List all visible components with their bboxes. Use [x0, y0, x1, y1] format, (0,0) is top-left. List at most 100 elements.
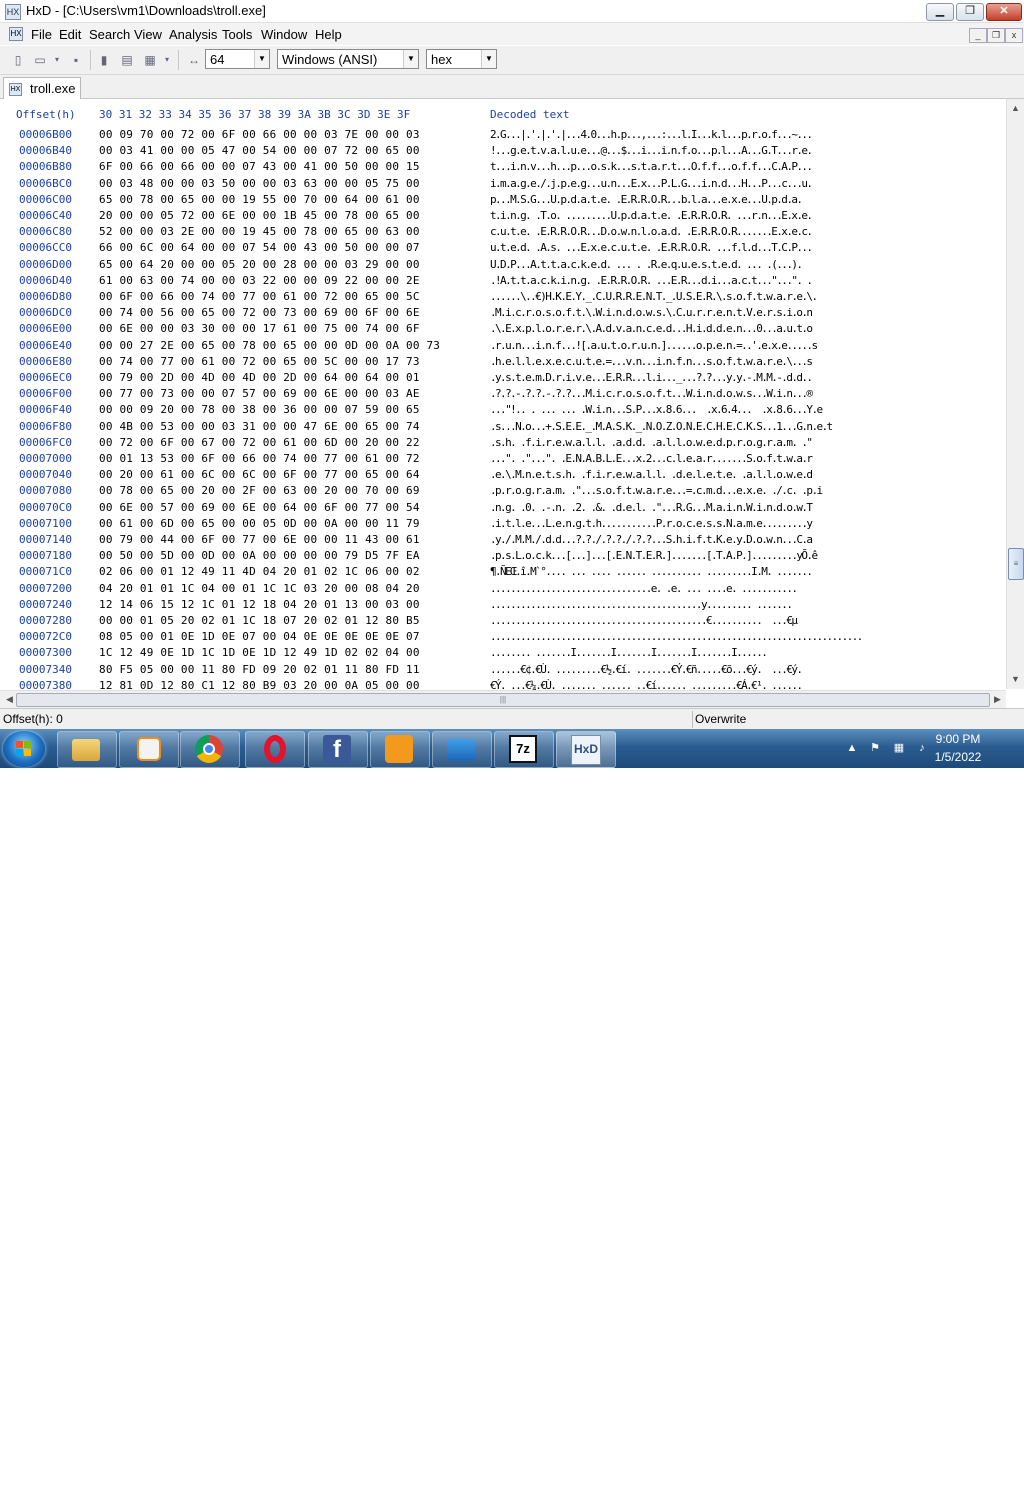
row-decoded-text[interactable]: !...g.e.t.v.a.l.u.e...@...$...i...i.n.f.… [490, 144, 1002, 157]
row-hex-bytes[interactable]: 6F 00 66 00 66 00 00 07 43 00 41 00 50 0… [99, 160, 477, 173]
row-decoded-text[interactable]: .!A.t.t.a.c.k.i.n.g. .E.R.R.O.R. ...E.R.… [490, 274, 1002, 287]
row-hex-bytes[interactable]: 52 00 00 03 2E 00 00 19 45 00 78 00 65 0… [99, 225, 477, 238]
volume-icon[interactable]: ♪ [915, 741, 929, 755]
hex-row[interactable]: 00006D40 61 00 63 00 74 00 00 03 22 00 00… [0, 274, 1006, 290]
hex-row[interactable]: 00006CC0 66 00 6C 00 64 00 00 07 54 00 43… [0, 241, 1006, 257]
hex-row[interactable]: 00007040 00 20 00 61 00 6C 00 6C 00 6F 00… [0, 468, 1006, 484]
hex-row[interactable]: 00007080 00 78 00 65 00 20 00 2F 00 63 00… [0, 484, 1006, 500]
row-decoded-text[interactable]: .e.\.M.n.e.t.s.h. .f.i.r.e.w.a.l.l. .d.e… [490, 468, 1002, 481]
save-icon[interactable]: ▪ [68, 52, 84, 68]
row-hex-bytes[interactable]: 00 79 00 2D 00 4D 00 4D 00 2D 00 64 00 6… [99, 371, 477, 384]
hxd-app-icon[interactable]: HX [5, 4, 21, 20]
export-dropdown-icon[interactable]: ▾ [162, 52, 172, 68]
row-hex-bytes[interactable]: 00 50 00 5D 00 0D 00 0A 00 00 00 00 79 D… [99, 549, 477, 562]
row-decoded-text[interactable]: ........................................… [490, 630, 1002, 643]
hex-row[interactable]: 00006DC0 00 74 00 56 00 65 00 72 00 73 00… [0, 306, 1006, 322]
row-decoded-text[interactable]: u.t.e.d. .A.s. ...E.x.e.c.u.t.e. .E.R.R.… [490, 241, 1002, 254]
horizontal-scrollbar[interactable]: ◀ ||| ▶ [0, 690, 1006, 708]
row-hex-bytes[interactable]: 04 20 01 01 1C 04 00 01 1C 1C 03 20 00 0… [99, 582, 477, 595]
row-decoded-text[interactable]: ¶.ÑEŒ.î.M`°.... ... .... ...... ........… [490, 565, 1002, 578]
taskbar-opera[interactable] [245, 731, 305, 768]
row-decoded-text[interactable]: U.D.P...A.t.t.a.c.k.e.d. ... . .R.e.q.u.… [490, 258, 1002, 271]
menu-analysis[interactable]: Analysis [169, 27, 217, 42]
clock-date[interactable]: 1/5/2022 [930, 750, 986, 764]
scroll-down-icon[interactable]: ▼ [1008, 672, 1023, 687]
vertical-scroll-thumb[interactable]: ≡ [1008, 548, 1024, 580]
row-decoded-text[interactable]: ......\..€)H.K.E.Y._.C.U.R.R.E.N.T._.U.S… [490, 290, 1002, 303]
hex-row[interactable]: 00006F00 00 77 00 73 00 00 07 57 00 69 00… [0, 387, 1006, 403]
new-file-icon[interactable]: ▯ [10, 52, 26, 68]
hex-row[interactable]: 00006F40 00 00 09 20 00 78 00 38 00 36 00… [0, 403, 1006, 419]
hex-row[interactable]: 00006D80 00 6F 00 66 00 74 00 77 00 61 00… [0, 290, 1006, 306]
row-decoded-text[interactable]: .\.E.x.p.l.o.r.e.r.\.A.d.v.a.n.c.e.d...H… [490, 322, 1002, 335]
row-hex-bytes[interactable]: 65 00 64 20 00 00 05 20 00 28 00 00 03 2… [99, 258, 477, 271]
hex-row[interactable]: 00006C80 52 00 00 03 2E 00 00 19 45 00 78… [0, 225, 1006, 241]
row-decoded-text[interactable]: ..."!.. . ... ... .W.i.n...S.P...x.8.6..… [490, 403, 1002, 416]
row-decoded-text[interactable]: .s...N.o...+.S.E.E._.M.A.S.K._.N.O.Z.O.N… [490, 420, 1002, 433]
row-hex-bytes[interactable]: 61 00 63 00 74 00 00 03 22 00 00 09 22 0… [99, 274, 477, 287]
vertical-scrollbar[interactable]: ▲ ≡ ▼ [1006, 99, 1024, 689]
row-decoded-text[interactable]: .h.e.l.l.e.x.e.c.u.t.e.=...v.n...i.n.f.n… [490, 355, 1002, 368]
hex-row[interactable]: 00006D00 65 00 64 20 00 00 05 20 00 28 00… [0, 258, 1006, 274]
row-decoded-text[interactable]: ...". ."...". .E.N.A.B.L.E...x.2...c.l.e… [490, 452, 1002, 465]
close-button[interactable]: ✕ [986, 3, 1022, 21]
row-hex-bytes[interactable]: 00 74 00 56 00 65 00 72 00 73 00 69 00 6… [99, 306, 477, 319]
charset-select[interactable]: Windows (ANSI) ▼ [277, 49, 419, 69]
menu-view[interactable]: View [134, 27, 162, 42]
taskbar-windows-app[interactable] [432, 731, 492, 768]
hex-row[interactable]: 00006FC0 00 72 00 6F 00 67 00 72 00 61 00… [0, 436, 1006, 452]
row-hex-bytes[interactable]: 20 00 00 05 72 00 6E 00 00 1B 45 00 78 0… [99, 209, 477, 222]
scroll-right-icon[interactable]: ▶ [990, 692, 1005, 707]
row-hex-bytes[interactable]: 00 00 09 20 00 78 00 38 00 36 00 00 07 5… [99, 403, 477, 416]
row-hex-bytes[interactable]: 08 05 00 01 0E 1D 0E 07 00 04 0E 0E 0E 0… [99, 630, 477, 643]
horizontal-scroll-thumb[interactable]: ||| [16, 693, 990, 707]
row-hex-bytes[interactable]: 00 72 00 6F 00 67 00 72 00 61 00 6D 00 2… [99, 436, 477, 449]
menu-edit[interactable]: Edit [59, 27, 81, 42]
tab-troll-exe[interactable]: HX troll.exe [3, 77, 81, 99]
row-hex-bytes[interactable]: 00 6E 00 57 00 69 00 6E 00 64 00 6F 00 7… [99, 501, 477, 514]
row-hex-bytes[interactable]: 00 03 41 00 00 05 47 00 54 00 00 07 72 0… [99, 144, 477, 157]
hex-row[interactable]: 00007340 80 F5 05 00 00 11 80 FD 09 20 02… [0, 663, 1006, 679]
menu-search[interactable]: Search [89, 27, 130, 42]
open-dropdown-icon[interactable]: ▾ [52, 52, 62, 68]
row-hex-bytes[interactable]: 00 03 48 00 00 03 50 00 00 03 63 00 00 0… [99, 177, 477, 190]
row-hex-bytes[interactable]: 12 14 06 15 12 1C 01 12 18 04 20 01 13 0… [99, 598, 477, 611]
hex-row[interactable]: 00006E40 00 00 27 2E 00 65 00 78 00 65 00… [0, 339, 1006, 355]
hex-row[interactable]: 00007240 12 14 06 15 12 1C 01 12 18 04 20… [0, 598, 1006, 614]
hex-row[interactable]: 00006E80 00 74 00 77 00 61 00 72 00 65 00… [0, 355, 1006, 371]
delete-icon[interactable]: ▮ [96, 52, 112, 68]
print-icon[interactable]: ▤ [119, 52, 135, 68]
taskbar-search-tool[interactable] [370, 731, 430, 768]
row-decoded-text[interactable]: c.u.t.e. .E.R.R.O.R...D.o.w.n.l.o.a.d. .… [490, 225, 1002, 238]
row-decoded-text[interactable]: .p.r.o.g.r.a.m. ."...s.o.f.t.w.a.r.e...=… [490, 484, 1002, 497]
taskbar-chrome[interactable] [180, 731, 240, 768]
row-decoded-text[interactable]: .s.h. .f.i.r.e.w.a.l.l. .a.d.d. .a.l.l.o… [490, 436, 1002, 449]
export-icon[interactable]: ▦ [142, 52, 158, 68]
network-icon[interactable]: ▦ [892, 741, 906, 755]
hex-row[interactable]: 00006B40 00 03 41 00 00 05 47 00 54 00 00… [0, 144, 1006, 160]
menu-window[interactable]: Window [261, 27, 307, 42]
row-hex-bytes[interactable]: 00 00 01 05 20 02 01 1C 18 07 20 02 01 1… [99, 614, 477, 627]
hex-row[interactable]: 00007180 00 50 00 5D 00 0D 00 0A 00 00 00… [0, 549, 1006, 565]
hex-row[interactable]: 00007200 04 20 01 01 1C 04 00 01 1C 1C 03… [0, 582, 1006, 598]
clock-time[interactable]: 9:00 PM [930, 732, 986, 746]
hex-row[interactable]: 00007300 1C 12 49 0E 1D 1C 1D 0E 1D 12 49… [0, 646, 1006, 662]
row-decoded-text[interactable]: 2.G...|.'.|.'.|...4.0...h.p...,...:...l.… [490, 128, 1002, 141]
hex-row[interactable]: 000071C0 02 06 00 01 12 49 11 4D 04 20 01… [0, 565, 1006, 581]
document-close-button[interactable]: x [1005, 28, 1023, 43]
start-button[interactable] [3, 731, 45, 767]
hex-row[interactable]: 00006C00 65 00 78 00 65 00 00 19 55 00 70… [0, 193, 1006, 209]
row-hex-bytes[interactable]: 00 79 00 44 00 6F 00 77 00 6E 00 00 11 4… [99, 533, 477, 546]
hex-row[interactable]: 00006EC0 00 79 00 2D 00 4D 00 4D 00 2D 00… [0, 371, 1006, 387]
row-decoded-text[interactable]: ........................................… [490, 614, 1002, 627]
row-hex-bytes[interactable]: 80 F5 05 00 00 11 80 FD 09 20 02 01 11 8… [99, 663, 477, 676]
row-decoded-text[interactable]: ................................e. .e. .… [490, 582, 1002, 595]
hex-row[interactable]: 00006B00 00 09 70 00 72 00 6F 00 66 00 00… [0, 128, 1006, 144]
hex-row[interactable]: 00007140 00 79 00 44 00 6F 00 77 00 6E 00… [0, 533, 1006, 549]
row-decoded-text[interactable]: .p.s.L.o.c.k...[...]...[.E.N.T.E.R.]....… [490, 549, 1002, 562]
offset-base-select[interactable]: hex ▼ [426, 49, 497, 69]
chevron-down-icon[interactable]: ▼ [403, 50, 418, 68]
maximize-button[interactable]: ❐ [956, 3, 984, 21]
row-hex-bytes[interactable]: 00 01 13 53 00 6F 00 66 00 74 00 77 00 6… [99, 452, 477, 465]
row-hex-bytes[interactable]: 00 78 00 65 00 20 00 2F 00 63 00 20 00 7… [99, 484, 477, 497]
